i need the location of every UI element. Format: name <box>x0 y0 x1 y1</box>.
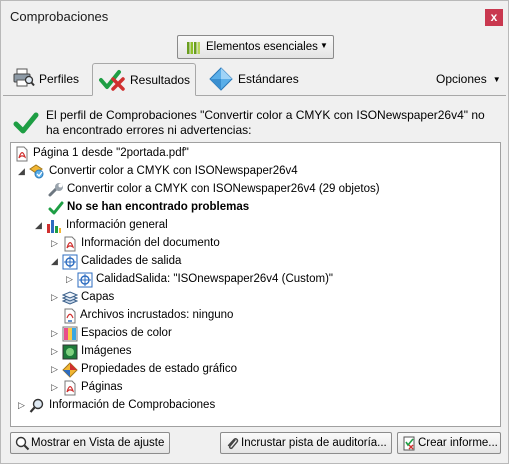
report-icon <box>403 436 415 451</box>
output-intent-icon <box>62 254 78 270</box>
chevron-down-icon: ▼ <box>492 75 501 84</box>
magnifier-icon <box>15 436 30 451</box>
expand-arrow-icon[interactable]: ▷ <box>50 365 59 374</box>
expand-arrow-icon[interactable]: ▷ <box>65 275 74 284</box>
preflight-window: Comprobaciones x Elementos esenciales ▼ … <box>0 0 509 464</box>
title-bar: Comprobaciones x <box>1 1 508 32</box>
tree-item-label: Capas <box>81 291 115 303</box>
image-icon <box>62 344 78 360</box>
collapse-arrow-icon[interactable]: ◢ <box>17 167 26 176</box>
tree-item-label: Página 1 desde "2portada.pdf" <box>33 147 189 159</box>
profile-library-label: Elementos esenciales <box>206 41 318 53</box>
graphic-state-icon <box>62 362 78 378</box>
output-intent-icon <box>77 272 93 288</box>
magnifier-icon <box>29 398 44 413</box>
embedded-file-icon <box>64 308 76 324</box>
results-check-cross-icon <box>99 70 125 91</box>
chevron-down-icon: ▼ <box>320 41 328 50</box>
tree-item-label: Calidades de salida <box>81 255 182 267</box>
expand-arrow-icon[interactable]: ▷ <box>50 329 59 338</box>
bar-chart-icon <box>47 220 61 233</box>
tree-item-label: No se han encontrado problemas <box>67 201 250 213</box>
color-spaces-icon <box>62 326 78 342</box>
tab-standards-label: Estándares <box>238 72 299 86</box>
show-in-snap-view-button[interactable]: Mostrar en Vista de ajuste <box>10 432 170 454</box>
checkmark-icon <box>13 112 39 134</box>
tab-profiles[interactable]: Perfiles <box>9 63 89 96</box>
layers-icon <box>62 291 78 305</box>
tree-item-label: Convertir color a CMYK con ISONewspaper2… <box>49 165 298 177</box>
close-button[interactable]: x <box>485 9 503 26</box>
tree-item-label: Información general <box>66 219 168 231</box>
profile-run-icon <box>29 164 44 179</box>
tree-item-label: Convertir color a CMYK con ISONewspaper2… <box>67 183 380 195</box>
checkmark-icon <box>48 201 64 215</box>
expand-arrow-icon[interactable]: ▷ <box>50 347 59 356</box>
pdf-icon <box>64 380 76 396</box>
tree-item-label: Páginas <box>81 381 123 393</box>
create-report-label: Crear informe... <box>418 437 498 449</box>
result-message-text: El perfil de Comprobaciones "Convertir c… <box>46 108 485 137</box>
collapse-arrow-icon[interactable]: ◢ <box>50 257 59 266</box>
pdf-icon <box>64 236 76 252</box>
expand-arrow-icon[interactable]: ▷ <box>50 383 59 392</box>
tree-item-label: Información de Comprobaciones <box>49 399 216 411</box>
expand-arrow-icon[interactable]: ▷ <box>50 239 59 248</box>
tree-item-label: CalidadSalida: "ISOnewspaper26v4 (Custom… <box>96 273 334 285</box>
options-menu[interactable]: Opciones ▼ <box>436 72 501 86</box>
printer-magnifier-icon <box>13 68 35 87</box>
tab-standards[interactable]: Estándares <box>207 63 302 96</box>
wrench-icon <box>48 183 63 197</box>
results-tree[interactable]: Página 1 desde "2portada.pdf" ◢ Converti… <box>10 142 501 427</box>
tree-item-label: Espacios de color <box>81 327 172 339</box>
tree-item-label: Propiedades de estado gráfico <box>81 363 237 375</box>
collapse-arrow-icon[interactable]: ◢ <box>34 221 43 230</box>
expand-arrow-icon[interactable]: ▷ <box>17 401 26 410</box>
tree-item-label: Archivos incrustados: ninguno <box>80 309 234 321</box>
tab-results-label: Resultados <box>130 73 191 87</box>
tab-results[interactable]: Resultados <box>92 63 196 96</box>
tree-item-label: Imágenes <box>81 345 132 357</box>
tree-item-label: Información del documento <box>81 237 220 249</box>
window-title: Comprobaciones <box>10 9 109 24</box>
embed-audit-trail-label: Incrustar pista de auditoría... <box>241 437 387 449</box>
show-in-snap-view-label: Mostrar en Vista de ajuste <box>31 437 165 449</box>
embed-audit-trail-button[interactable]: Incrustar pista de auditoría... <box>220 432 392 454</box>
paperclip-icon <box>227 438 239 450</box>
tab-profiles-label: Perfiles <box>39 72 80 86</box>
profile-library-dropdown[interactable]: Elementos esenciales ▼ <box>177 35 334 59</box>
expand-arrow-icon[interactable]: ▷ <box>50 293 59 302</box>
options-label: Opciones <box>436 72 487 86</box>
create-report-button[interactable]: Crear informe... <box>397 432 501 454</box>
standards-diamond-icon <box>209 67 233 91</box>
pdf-icon <box>16 146 28 162</box>
profile-library-icon <box>187 42 200 54</box>
